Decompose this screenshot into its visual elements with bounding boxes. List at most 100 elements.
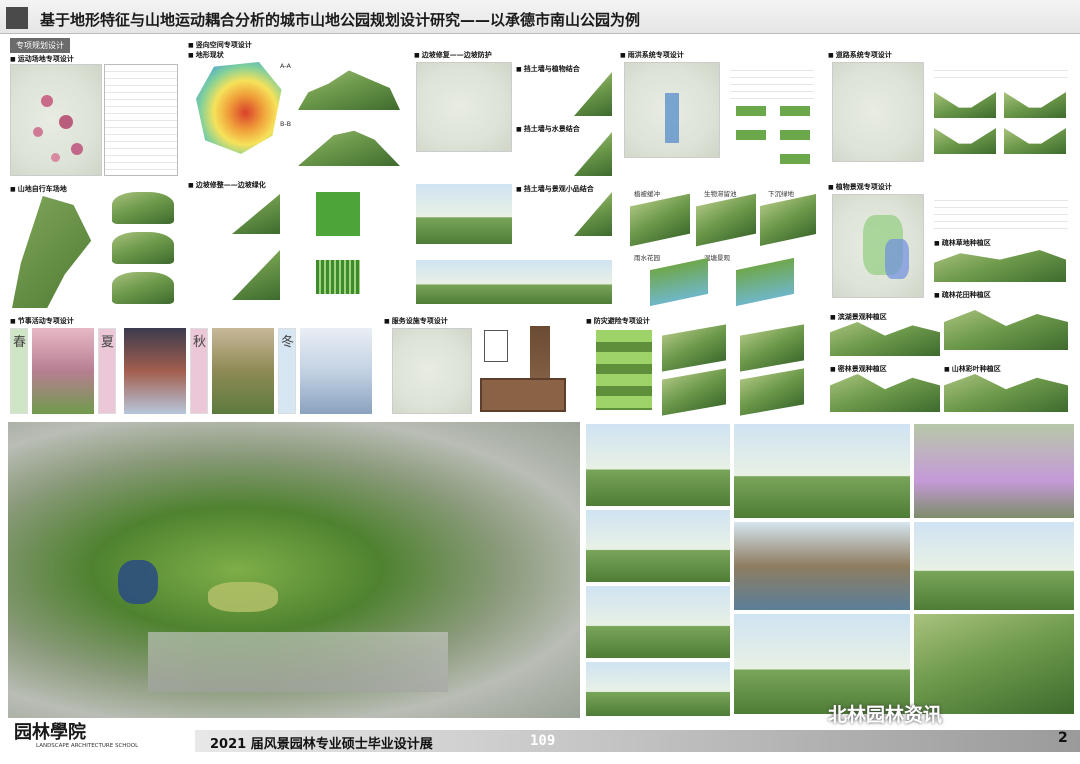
festival-heading: 节事活动专项设计 (10, 316, 74, 326)
site-marker (71, 143, 83, 155)
render-1 (586, 424, 730, 506)
section-b-label: B-B (280, 120, 292, 128)
flood-cell-label: 植被缓冲 (634, 190, 660, 198)
sports-site-map (10, 64, 102, 176)
service-facility-map (392, 328, 472, 414)
page-number: 109 (530, 733, 556, 749)
flood-cell-block (736, 257, 794, 307)
disaster-heading: 防灾避险专项设计 (586, 316, 650, 326)
sports-site-heading: 运动场地专项设计 (10, 54, 74, 64)
plant-landscape-map (832, 194, 924, 298)
season-tab-autumn: 秋 (190, 328, 208, 414)
render-5 (734, 522, 910, 610)
grass-grid-section (316, 260, 360, 294)
render-3 (914, 424, 1074, 518)
render-2 (734, 424, 910, 518)
road-text-block (934, 64, 1068, 80)
render-4 (586, 510, 730, 582)
aerial-city (148, 632, 448, 692)
slope-repair-heading: 边坡修复——边坡防护 (414, 50, 492, 60)
render-6 (914, 522, 1074, 610)
page-title: 基于地形特征与山地运动耦合分析的城市山地公园规划设计研究——以承德市南山公园为例 (40, 11, 641, 29)
bike-scene-3 (112, 272, 174, 304)
terrain-elevation-map (196, 62, 282, 154)
slope-label-1: 挡土墙与植物结合 (516, 64, 580, 74)
header-accent-block (6, 7, 28, 29)
plant-area-1-section (934, 250, 1066, 282)
section-b-profile (298, 130, 400, 166)
slope-repair-map (416, 62, 512, 152)
flood-cell-label: 雨水花园 (634, 254, 660, 262)
season-tab-spring: 春 (10, 328, 28, 414)
section-a-label: A-A (280, 62, 291, 70)
watermark: 北林园林资讯 (828, 704, 943, 726)
info-board (480, 378, 566, 412)
exhibition-title: 2021 届风景园林专业硕士毕业设计展 (210, 737, 433, 752)
render-10 (586, 662, 730, 716)
flood-flow-box (736, 130, 766, 140)
flood-cell-block (696, 193, 756, 247)
bike-heading: 山地自行车场地 (10, 184, 67, 194)
flood-heading: 雨洪系统专项设计 (620, 50, 684, 60)
season-tab-summer: 夏 (98, 328, 116, 414)
season-label: 春 (13, 335, 27, 350)
road-heading: 道路系统专项设计 (828, 50, 892, 60)
bike-trail-map (12, 196, 92, 308)
retaining-wall-2 (574, 132, 612, 176)
water-course (665, 93, 679, 143)
aerial-meadow (208, 582, 278, 612)
slope-label-2: 挡土墙与水景结合 (516, 124, 580, 134)
school-logo: 园林學院 (14, 722, 86, 743)
winter-photos (300, 328, 372, 414)
disaster-block (740, 368, 804, 416)
flood-cell-block (650, 257, 708, 307)
season-label: 秋 (193, 335, 207, 350)
flood-cell-label: 生物滞留池 (704, 190, 737, 198)
summer-photos (124, 328, 186, 414)
autumn-photos (212, 328, 274, 414)
flood-flow-box (780, 130, 810, 140)
slope-greening-heading: 边坡修整——边坡绿化 (188, 180, 266, 190)
site-marker (33, 127, 43, 137)
aerial-lake (118, 560, 158, 604)
flood-cell-block (630, 193, 690, 247)
plant-area-4: 密林景观种植区 (830, 364, 887, 374)
flood-flow-box (780, 154, 810, 164)
plant-area-2-section (944, 310, 1068, 350)
flood-flow-box (736, 106, 766, 116)
aerial-render (8, 422, 580, 718)
disaster-block (662, 324, 726, 372)
disaster-block (740, 324, 804, 372)
slope-elevation-strip (416, 260, 612, 304)
spring-photos (32, 328, 94, 414)
disaster-layers (596, 330, 652, 410)
disaster-block (662, 368, 726, 416)
road-system-map (832, 62, 924, 162)
slope-diagram-1 (200, 194, 280, 234)
render-9 (914, 614, 1074, 714)
service-heading: 服务设施专项设计 (384, 316, 448, 326)
season-tab-winter: 冬 (278, 328, 296, 414)
plant-area-5: 山林彩叶种植区 (944, 364, 1001, 374)
slope-render (416, 184, 512, 244)
season-label: 冬 (281, 335, 295, 350)
retaining-wall-1 (574, 72, 612, 116)
plant-area-1: 疏林草地种植区 (934, 238, 991, 248)
plant-area-3: 滨湖景观种植区 (830, 312, 887, 322)
corner-number: 2 (1058, 730, 1068, 746)
slope-label-3: 挡土墙与景观小品结合 (516, 184, 594, 194)
plant-heading: 植物景观专项设计 (828, 182, 892, 192)
site-marker (59, 115, 73, 129)
grass-grid-plan (316, 192, 360, 236)
road-section (1004, 92, 1066, 118)
flood-cell-block (760, 194, 816, 246)
site-marker (41, 95, 53, 107)
plant-area-3-section (830, 322, 940, 356)
render-7 (586, 586, 730, 658)
plant-zone (885, 239, 909, 279)
flood-system-map (624, 62, 720, 158)
plant-area-4-section (830, 374, 940, 412)
sports-site-table (104, 64, 178, 176)
road-section (934, 128, 996, 154)
road-section (934, 92, 996, 118)
